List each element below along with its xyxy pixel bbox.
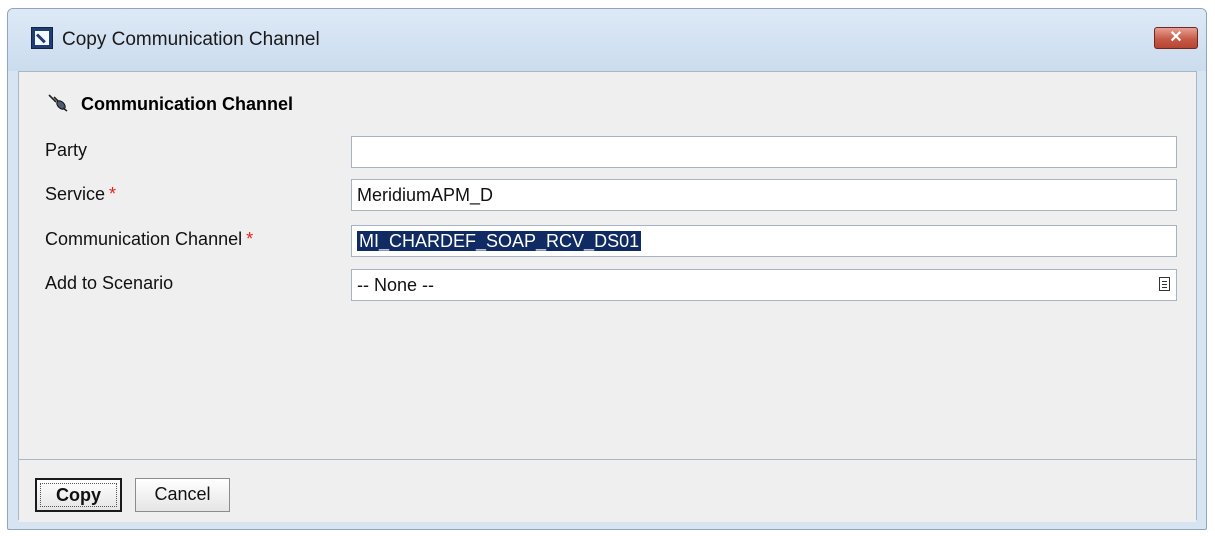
dropdown-list-icon[interactable]: [1159, 277, 1170, 291]
party-input[interactable]: [351, 136, 1177, 168]
required-marker: *: [246, 229, 254, 249]
required-marker: *: [109, 184, 117, 204]
scenario-select[interactable]: -- None --: [351, 269, 1177, 301]
channel-plug-icon: [48, 94, 68, 112]
section-title: Communication Channel: [81, 94, 294, 114]
party-label: Party: [45, 140, 88, 160]
scenario-select-value: -- None --: [357, 275, 435, 295]
channel-label-text: Communication Channel: [45, 229, 243, 249]
service-label: Service *: [45, 184, 116, 205]
channel-label: Communication Channel *: [45, 229, 253, 250]
channel-input[interactable]: MI_CHARDEF_SOAP_RCV_DS01: [351, 225, 1177, 257]
window-title: Copy Communication Channel: [62, 29, 320, 50]
channel-input-value: MI_CHARDEF_SOAP_RCV_DS01: [357, 231, 642, 251]
copy-channel-dialog: Copy Communication Channel ✕ Communicati…: [7, 8, 1207, 530]
dialog-body: Communication Channel Party Service * Mer…: [18, 71, 1197, 522]
app-icon: [31, 27, 53, 49]
service-input[interactable]: MeridiumAPM_D: [351, 179, 1177, 211]
title-bar[interactable]: Copy Communication Channel ✕: [8, 9, 1206, 71]
close-button[interactable]: ✕: [1154, 27, 1198, 49]
scenario-label: Add to Scenario: [45, 273, 174, 293]
service-label-text: Service: [45, 184, 106, 204]
copy-button[interactable]: Copy: [35, 478, 122, 512]
button-bar: Copy Cancel: [19, 459, 1196, 522]
close-icon: ✕: [1169, 29, 1183, 46]
cancel-button[interactable]: Cancel: [135, 478, 230, 512]
